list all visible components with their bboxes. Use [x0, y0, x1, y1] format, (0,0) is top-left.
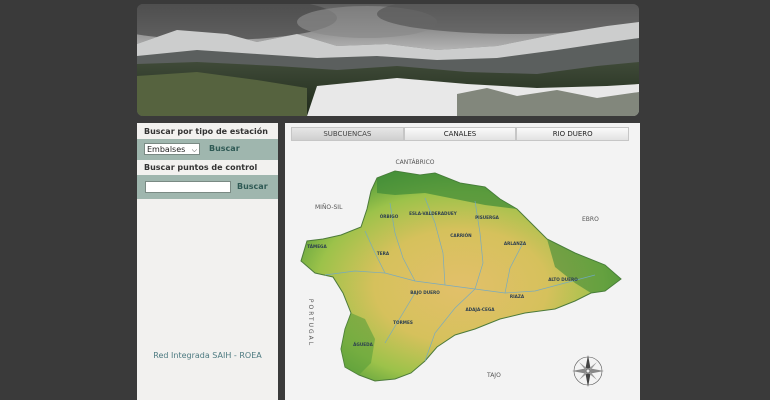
- label-alto-duero[interactable]: ALTO DUERO: [548, 277, 578, 282]
- label-arlanza[interactable]: ARLANZA: [504, 241, 527, 246]
- label-tamega[interactable]: TÁMEGA: [307, 244, 327, 249]
- tab-subcuencas[interactable]: SUBCUENCAS: [291, 127, 404, 141]
- mountain-landscape-image: [137, 4, 639, 116]
- label-tormes[interactable]: TORMES: [393, 320, 413, 325]
- label-riaza[interactable]: RIAZA: [510, 294, 525, 299]
- label-mino-sil: MIÑO-SIL: [315, 204, 343, 211]
- label-pisuerga[interactable]: PISUERGA: [475, 215, 500, 220]
- control-search-title: Buscar puntos de control: [144, 163, 258, 172]
- duero-basin-map[interactable]: CANTÁBRICO MIÑO-SIL EBRO TAJO PORTUGAL Ó…: [285, 143, 640, 400]
- station-type-select[interactable]: Embalses ⌵: [144, 143, 200, 155]
- station-search-row: Embalses ⌵ Buscar: [137, 139, 278, 160]
- station-search-button[interactable]: Buscar: [209, 144, 240, 153]
- station-type-selected: Embalses: [147, 145, 186, 154]
- label-ebro: EBRO: [582, 216, 599, 223]
- label-cantabrico: CANTÁBRICO: [395, 159, 434, 166]
- footer-network-name: Red Integrada SAIH - ROEA: [153, 351, 262, 360]
- label-agueda[interactable]: ÁGUEDA: [353, 342, 373, 347]
- map-tabs: SUBCUENCAS CANALES RIO DUERO: [291, 127, 630, 141]
- label-tera[interactable]: TERA: [377, 251, 390, 256]
- tab-rio-duero[interactable]: RIO DUERO: [516, 127, 630, 141]
- compass-rose-icon: [572, 355, 604, 387]
- control-search-button[interactable]: Buscar: [237, 182, 268, 191]
- control-search-row: Buscar: [137, 175, 278, 199]
- label-tajo: TAJO: [486, 372, 501, 379]
- sidebar-panel: Buscar por tipo de estación Embalses ⌵ B…: [137, 123, 278, 400]
- label-orbigo[interactable]: ÓRBIGO: [380, 214, 399, 219]
- station-search-title: Buscar por tipo de estación: [144, 127, 268, 136]
- label-adaja-cega[interactable]: ADAJA-CEGA: [465, 307, 495, 312]
- label-bajo-duero[interactable]: BAJO DUERO: [410, 290, 440, 295]
- label-esla-valderaduey[interactable]: ESLA-VALDERADUEY: [409, 211, 458, 216]
- tab-canales[interactable]: CANALES: [403, 127, 517, 141]
- header-banner-image: [137, 4, 639, 116]
- main-map-panel: SUBCUENCAS CANALES RIO DUERO CANTÁBRICO …: [285, 123, 640, 400]
- control-point-search-input[interactable]: [145, 181, 231, 193]
- label-carrion[interactable]: CARRIÓN: [450, 233, 472, 238]
- label-portugal: PORTUGAL: [307, 299, 314, 347]
- chevron-down-icon: ⌵: [191, 146, 197, 154]
